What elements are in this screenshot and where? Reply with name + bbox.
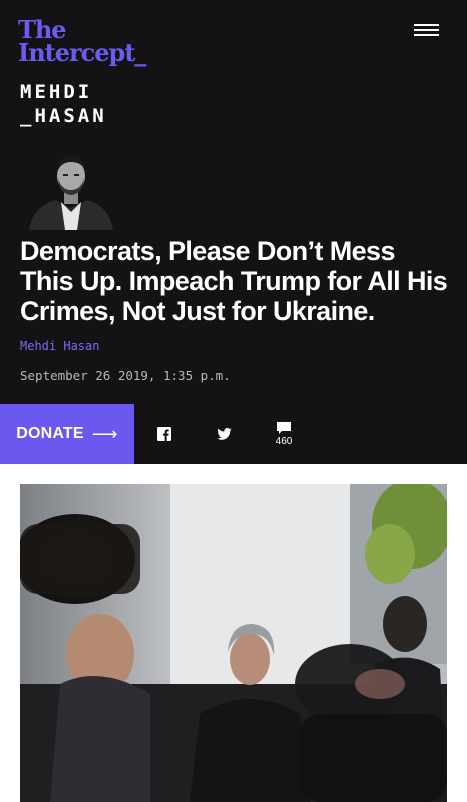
comments-button[interactable]: 460 — [254, 404, 314, 464]
facebook-icon — [157, 427, 171, 441]
comment-count: 460 — [275, 435, 293, 447]
twitter-share-button[interactable] — [194, 404, 254, 464]
donate-label: DONATE — [16, 425, 84, 442]
hamburger-menu-icon[interactable] — [414, 24, 439, 38]
publish-date: September 26 2019, 1:35 p.m. — [20, 368, 231, 383]
column-title-line-1: MEHDI — [20, 81, 93, 103]
article-header: The Intercept_ MEHDI _HASAN Democrats, P… — [0, 0, 467, 464]
logo-line-2: Intercept_ — [18, 38, 146, 67]
donate-button[interactable]: DONATE ⟶ — [0, 404, 134, 464]
article-hero-image — [20, 484, 447, 802]
comment-icon — [277, 421, 291, 434]
column-title-line-2: _HASAN — [20, 105, 107, 127]
column-title[interactable]: MEHDI _HASAN — [20, 80, 107, 128]
arrow-right-icon: ⟶ — [91, 423, 118, 444]
twitter-icon — [216, 428, 232, 440]
article-headline: Democrats, Please Don’t Mess This Up. Im… — [20, 236, 448, 326]
author-avatar — [25, 150, 117, 230]
author-link[interactable]: Mehdi Hasan — [20, 339, 99, 353]
facebook-share-button[interactable] — [134, 404, 194, 464]
site-logo[interactable]: The Intercept_ — [18, 18, 146, 67]
